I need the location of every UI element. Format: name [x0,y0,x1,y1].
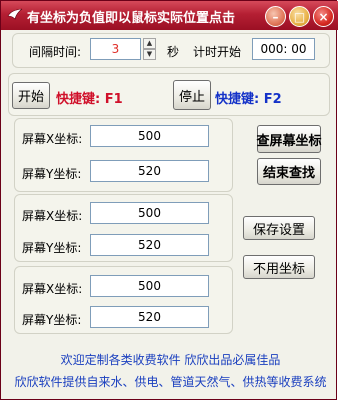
screen-y-label: 屏幕Y坐标: [22,313,82,327]
stop-hotkey-label: 快捷键: F2 [215,92,282,107]
close-button[interactable]: × [313,6,334,27]
screen-y-input[interactable]: 520 [90,234,209,256]
screen-x-label: 屏幕X坐标: [22,282,83,296]
screen-y-label: 屏幕Y坐标: [22,241,82,255]
maximize-icon: □ [293,9,306,24]
screen-x-input[interactable]: 500 [90,125,209,147]
save-settings-button[interactable]: 保存设置 [243,216,315,240]
close-icon: × [318,9,329,24]
minimize-button[interactable]: – [265,6,286,27]
end-find-button[interactable]: 结束查找 [257,158,321,185]
maximize-button[interactable]: □ [289,6,310,27]
interval-label: 间隔时间: [29,45,82,59]
screen-y-input[interactable]: 520 [90,160,209,182]
stop-button[interactable]: 停止 [173,80,211,110]
screen-y-label: 屏幕Y坐标: [22,167,82,181]
screen-x-label: 屏幕X坐标: [22,132,83,146]
app-window: 有坐标为负值即以鼠标实际位置点击 – □ × 间隔时间: 3 ▲ ▼ 秒 计时开… [0,0,338,400]
screen-y-input[interactable]: 520 [90,306,209,328]
interval-input[interactable]: 3 [90,38,141,60]
no-coordinates-button[interactable]: 不用坐标 [243,255,315,279]
start-button[interactable]: 开始 [12,82,50,109]
screen-x-input[interactable]: 500 [90,275,209,297]
timer-start-label: 计时开始 [193,45,242,59]
footer-line-1: 欢迎定制各类收费软件 欣欣出品必属佳品 [60,353,281,367]
window-title: 有坐标为负值即以鼠标实际位置点击 [27,11,236,26]
interval-down-button[interactable]: ▼ [143,49,156,60]
bird-icon [7,8,23,20]
interval-up-button[interactable]: ▲ [143,38,156,49]
seconds-unit-label: 秒 [167,45,180,59]
screen-x-input[interactable]: 500 [90,202,209,224]
screen-x-label: 屏幕X坐标: [22,209,83,223]
find-coordinates-button[interactable]: 查屏幕坐标 [257,125,322,153]
clock-display: 000: 00 [252,38,315,60]
start-hotkey-label: 快捷键: F1 [56,92,123,107]
title-bar[interactable]: 有坐标为负值即以鼠标实际位置点击 – □ × [1,1,338,30]
minimize-icon: – [272,9,279,24]
footer-line-2: 欣欣软件提供自来水、供电、管道天然气、供热等收费系统 [14,375,327,389]
